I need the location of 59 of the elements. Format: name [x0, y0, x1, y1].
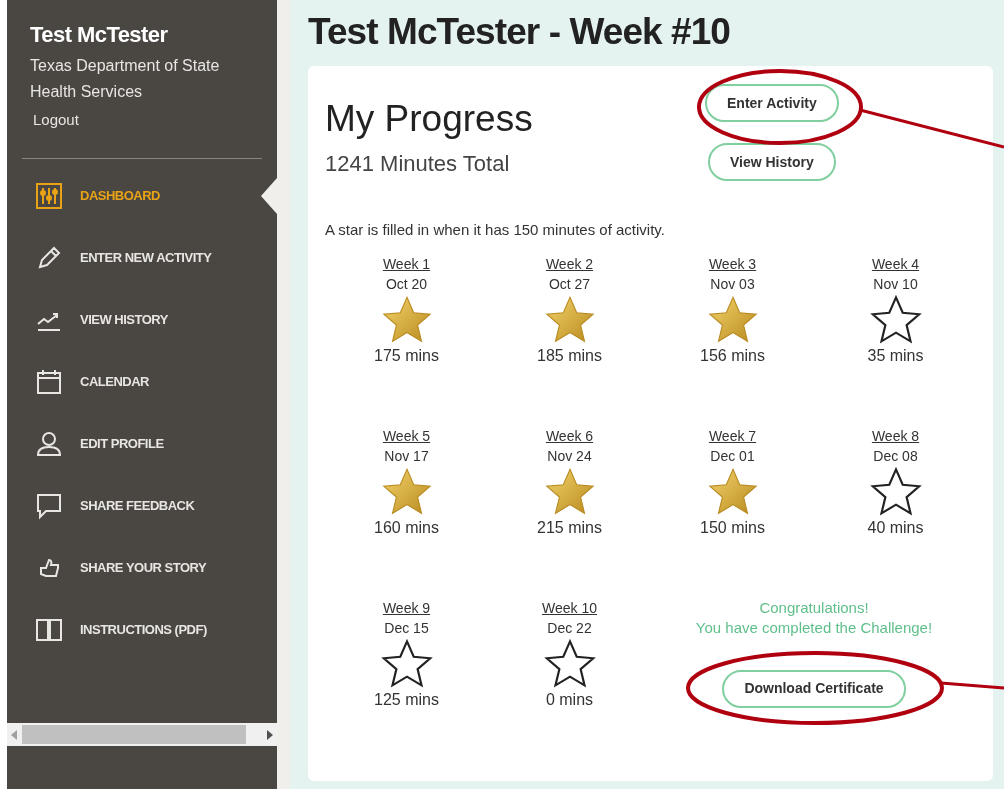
- pill-button[interactable]: View History: [707, 143, 836, 181]
- nav-item[interactable]: DASHBOARD: [7, 181, 160, 210]
- section-title: My Progress: [325, 97, 534, 141]
- scroll-right-icon[interactable]: [266, 729, 274, 740]
- week-link[interactable]: Week 2: [545, 253, 594, 274]
- week-date: Oct 27: [548, 274, 591, 294]
- week-minutes: 156 mins: [700, 345, 765, 366]
- scrollbar-thumb[interactable]: [22, 725, 246, 744]
- congratulations-text: You have completed the Challenge!: [695, 617, 933, 638]
- week-link[interactable]: Week 10: [542, 597, 597, 618]
- week-link[interactable]: Week 5: [382, 425, 431, 446]
- week-minutes: 185 mins: [537, 345, 602, 366]
- week-link[interactable]: Week 4: [871, 253, 920, 274]
- active-pointer-icon: [261, 177, 277, 214]
- nav-item[interactable]: SHARE YOUR STORY: [7, 553, 207, 582]
- week-minutes: 0 mins: [545, 689, 594, 710]
- week-link[interactable]: Week 3: [708, 253, 757, 274]
- week-date: Dec 08: [873, 446, 918, 466]
- week-date: Nov 03: [710, 274, 755, 294]
- horizontal-scrollbar[interactable]: [7, 723, 277, 746]
- nav-item[interactable]: SHARE FEEDBACK: [7, 491, 195, 520]
- scroll-left-icon[interactable]: [10, 729, 18, 740]
- week-link[interactable]: Week 8: [871, 425, 920, 446]
- week-date: Nov 17: [384, 446, 429, 466]
- week-date: Oct 20: [385, 274, 428, 294]
- week-link[interactable]: Week 1: [382, 253, 431, 274]
- speech-bubble-icon: [35, 491, 63, 520]
- star-note: A star is filled in when it has 150 minutes of activity.: [325, 220, 666, 240]
- week-minutes: 150 mins: [700, 517, 765, 538]
- pill-button[interactable]: Enter Activity: [705, 84, 839, 122]
- week-minutes: 125 mins: [374, 689, 439, 710]
- nav-item[interactable]: CALENDAR: [7, 367, 149, 396]
- week-date: Dec 15: [384, 618, 429, 638]
- week-link[interactable]: Week 6: [545, 425, 594, 446]
- week-date: Dec 01: [710, 446, 755, 466]
- week-link[interactable]: Week 9: [382, 597, 431, 618]
- person-icon: [35, 429, 63, 458]
- week-link[interactable]: Week 7: [708, 425, 757, 446]
- nav-item[interactable]: EDIT PROFILE: [7, 429, 164, 458]
- week-minutes: 35 mins: [867, 345, 924, 366]
- week-date: Nov 10: [873, 274, 918, 294]
- week-date: Nov 24: [547, 446, 592, 466]
- week-date: Dec 22: [547, 618, 592, 638]
- nav-item[interactable]: ENTER NEW ACTIVITY: [7, 243, 212, 272]
- week-minutes: 160 mins: [374, 517, 439, 538]
- organization-name: Texas Department of State Health Services: [30, 56, 221, 102]
- page-title: Test McTester - Week #10: [308, 10, 731, 54]
- user-name: Test McTester: [30, 21, 169, 49]
- week-minutes: 215 mins: [537, 517, 602, 538]
- calendar-icon: [35, 367, 63, 396]
- week-minutes: 40 mins: [867, 517, 924, 538]
- nav-item[interactable]: VIEW HISTORY: [7, 305, 168, 334]
- download-certificate-button[interactable]: Download Certificate: [722, 669, 906, 708]
- sliders-icon: [35, 181, 63, 210]
- congratulations-text: Congratulations!: [759, 597, 869, 618]
- nav-item[interactable]: INSTRUCTIONS (PDF): [7, 615, 207, 644]
- week-minutes: 175 mins: [374, 345, 439, 366]
- logout-link[interactable]: Logout: [33, 109, 79, 132]
- minutes-total: 1241 Minutes Total: [325, 150, 511, 178]
